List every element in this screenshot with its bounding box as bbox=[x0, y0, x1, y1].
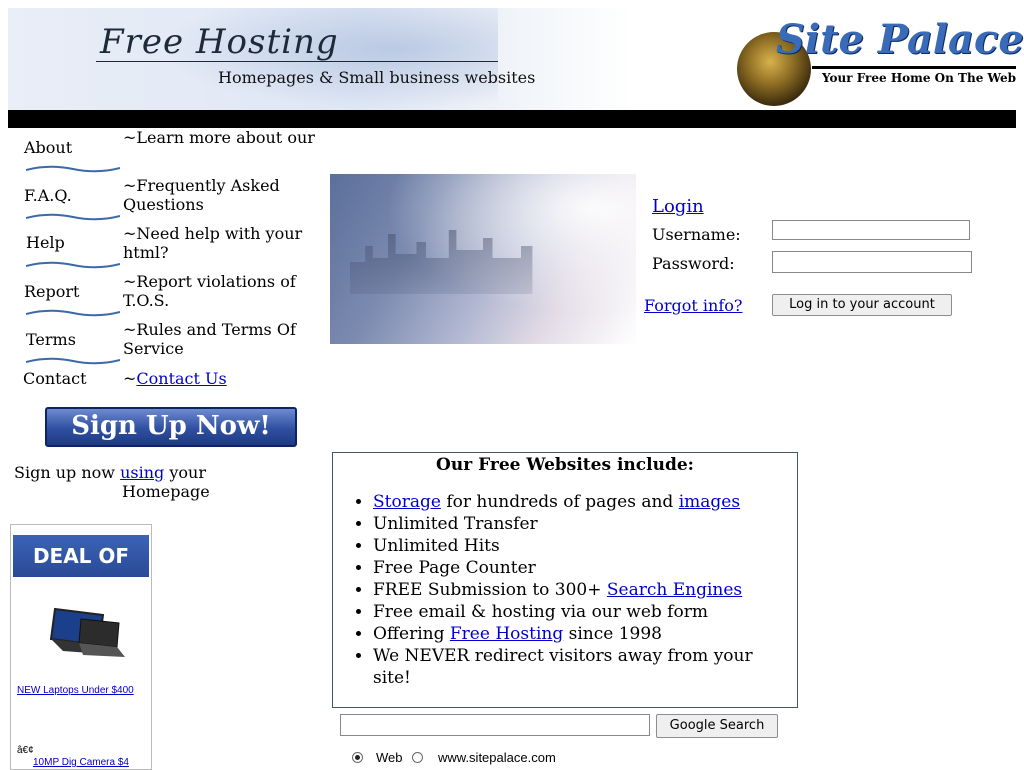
nav-divider-wave bbox=[26, 165, 120, 173]
nav-desc-terms: ~Rules and Terms Of Service bbox=[123, 320, 296, 358]
features-box: Our Free Websites include: Storage for h… bbox=[332, 452, 798, 708]
logo-title: Site Palace bbox=[776, 16, 1024, 63]
search-engines-link[interactable]: Search Engines bbox=[607, 580, 742, 600]
signup-text: Sign up now using your bbox=[14, 463, 206, 482]
username-field[interactable] bbox=[772, 220, 970, 240]
feature-text: Offering bbox=[373, 624, 450, 644]
logo-tagline: Your Free Home On The Web bbox=[822, 71, 1017, 85]
sidebar-item-help[interactable]: Help bbox=[26, 233, 65, 252]
login-button[interactable]: Log in to your account bbox=[772, 294, 952, 316]
search-input[interactable] bbox=[340, 714, 650, 736]
nav-desc-about: ~Learn more about our bbox=[123, 128, 315, 147]
signup-text-homepage: Homepage bbox=[122, 482, 210, 501]
nav-desc-help: ~Need help with your html? bbox=[123, 224, 303, 262]
nav-desc-faq: ~Frequently Asked Questions bbox=[123, 176, 280, 214]
castle-hero-image bbox=[330, 174, 636, 344]
list-item: Storage for hundreds of pages and images bbox=[373, 491, 793, 513]
password-label: Password: bbox=[652, 254, 735, 273]
feature-text: FREE Submission to 300+ bbox=[373, 580, 607, 600]
storage-link[interactable]: Storage bbox=[373, 492, 441, 512]
signup-text-lead: Sign up now bbox=[14, 463, 115, 482]
radio-site-label: www.sitepalace.com bbox=[438, 750, 556, 765]
nav-divider-wave bbox=[26, 309, 120, 317]
radio-web-label: Web bbox=[376, 750, 403, 765]
nav-desc-contact: ~Contact Us bbox=[123, 369, 323, 388]
radio-web[interactable] bbox=[352, 752, 363, 763]
deal-of-the-day-ad: DEAL OF THE DAY! NEW Laptops Under $400 … bbox=[10, 524, 152, 770]
sidebar-item-about[interactable]: About bbox=[24, 138, 72, 157]
radio-site[interactable] bbox=[412, 752, 423, 763]
sign-up-now-button[interactable]: Sign Up Now! bbox=[45, 407, 297, 447]
contact-prefix: ~ bbox=[123, 369, 137, 388]
logo-rule bbox=[812, 66, 1016, 69]
list-item: Unlimited Hits bbox=[373, 535, 793, 557]
list-item: Free email & hosting via our web form bbox=[373, 601, 793, 623]
ad-link-camera[interactable]: 10MP Dig Camera $4 bbox=[33, 757, 129, 768]
login-heading[interactable]: Login bbox=[652, 196, 704, 217]
images-link[interactable]: images bbox=[679, 492, 740, 512]
forgot-info-link[interactable]: Forgot info? bbox=[644, 296, 742, 315]
list-item: Free Page Counter bbox=[373, 557, 793, 579]
header-black-bar bbox=[8, 110, 1016, 128]
google-search-button[interactable]: Google Search bbox=[656, 714, 778, 738]
password-field[interactable] bbox=[772, 251, 972, 273]
contact-us-link[interactable]: Contact Us bbox=[136, 369, 226, 388]
free-hosting-link[interactable]: Free Hosting bbox=[450, 624, 563, 644]
signup-using-link[interactable]: using bbox=[120, 463, 164, 482]
sidebar-item-terms[interactable]: Terms bbox=[26, 330, 76, 349]
nav-divider-wave bbox=[26, 261, 120, 269]
username-label: Username: bbox=[652, 225, 741, 244]
brand-rule bbox=[96, 61, 498, 62]
list-item: We NEVER redirect visitors away from you… bbox=[373, 645, 793, 689]
features-title: Our Free Websites include: bbox=[436, 455, 694, 475]
sidebar-item-contact[interactable]: Contact bbox=[23, 369, 87, 388]
brand-title: Free Hosting bbox=[100, 22, 339, 62]
list-item: FREE Submission to 300+ Search Engines bbox=[373, 579, 793, 601]
ad-link-laptops[interactable]: NEW Laptops Under $400 bbox=[17, 685, 134, 696]
list-item: Offering Free Hosting since 1998 bbox=[373, 623, 793, 645]
feature-text: since 1998 bbox=[563, 624, 662, 644]
nav-desc-report: ~Report violations of T.O.S. bbox=[123, 272, 296, 310]
nav-divider-wave bbox=[26, 357, 120, 365]
nav-divider-wave bbox=[26, 213, 120, 221]
ad-bullet-text: â€¢ bbox=[17, 745, 34, 756]
sidebar-item-report[interactable]: Report bbox=[24, 282, 79, 301]
feature-text: for hundreds of pages and bbox=[440, 492, 679, 512]
features-list: Storage for hundreds of pages and images… bbox=[333, 491, 793, 689]
laptop-image[interactable] bbox=[41, 605, 125, 665]
sidebar-item-faq[interactable]: F.A.Q. bbox=[24, 186, 72, 205]
deal-of-the-day-banner[interactable]: DEAL OF THE DAY! bbox=[13, 535, 149, 610]
list-item: Unlimited Transfer bbox=[373, 513, 793, 535]
brand-tagline: Homepages & Small business websites bbox=[218, 68, 536, 87]
signup-text-your: your bbox=[169, 463, 206, 482]
